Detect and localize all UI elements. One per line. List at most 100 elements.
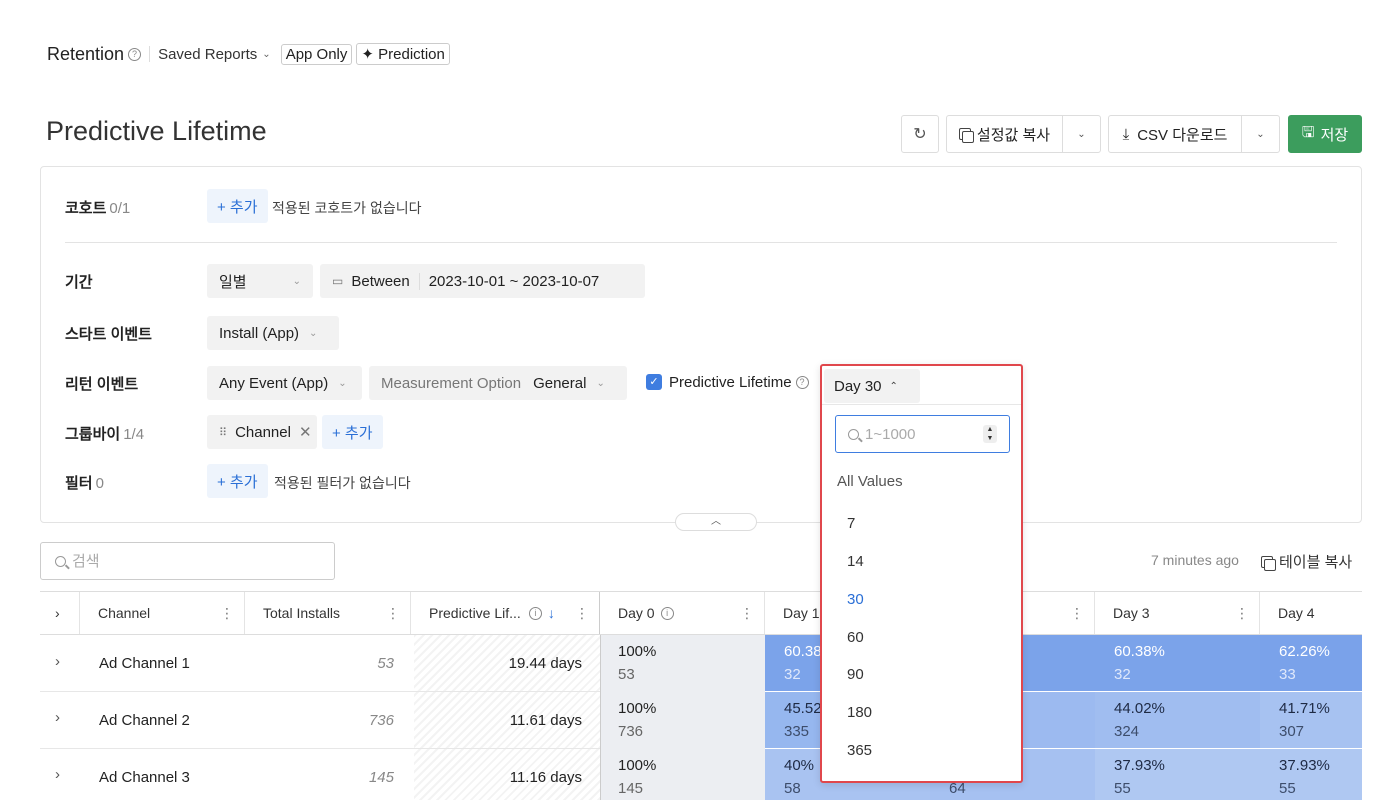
cohort-label: 코호트 0/1 (65, 200, 131, 217)
sort-desc-icon[interactable]: ↓ (548, 605, 555, 621)
refresh-button[interactable]: ↻ (901, 115, 939, 153)
groupby-chip-label: Channel (235, 423, 291, 441)
measurement-option-label: Measurement Option (381, 374, 522, 392)
page-title: Predictive Lifetime (46, 116, 267, 146)
column-header-channel[interactable]: Channel ⋮ (80, 592, 245, 634)
chevron-down-icon: ⌄ (338, 377, 347, 389)
help-icon[interactable]: ? (795, 376, 809, 389)
start-event-value: Install (App) (219, 324, 300, 342)
chevron-down-icon[interactable]: ⌄ (262, 49, 270, 60)
add-filter-button[interactable]: + 추가 (207, 464, 268, 498)
save-label: 저장 (1320, 126, 1349, 144)
column-menu-icon[interactable]: ⋮ (575, 605, 589, 622)
search-field[interactable] (40, 542, 335, 580)
save-button[interactable]: 🖫 저장 (1288, 115, 1362, 153)
search-icon (55, 555, 66, 567)
table-header: › Channel ⋮ Total Installs ⋮ Predictive Li… (40, 591, 1362, 635)
table-cell-pct: 100% (618, 643, 657, 660)
groupby-label: 그룹바이 1/4 (65, 426, 145, 443)
day-option-7[interactable]: 7 (847, 515, 855, 532)
saved-reports-menu[interactable]: Saved Reports (158, 46, 257, 63)
report-topbar: Retention ? Saved Reports ⌄ App Only ✦ P… (47, 42, 450, 66)
table-cell-channel: Ad Channel 2 (99, 712, 190, 729)
day-option-14[interactable]: 14 (847, 553, 864, 570)
column-header-day4[interactable]: Day 4 (1260, 592, 1362, 634)
groupby-chip-channel[interactable]: ⠿ Channel ✕ (207, 415, 317, 449)
chevron-down-icon: ⌄ (309, 327, 318, 339)
cohort-count: 0/1 (109, 200, 131, 217)
row-divider (40, 691, 600, 692)
start-event-label: 스타트 이벤트 (65, 326, 152, 343)
table-cell-installs: 53 (377, 655, 394, 672)
table-cell-channel: Ad Channel 3 (99, 769, 190, 786)
table-cell-lifetime: 11.16 days (509, 769, 582, 786)
search-input[interactable] (72, 552, 302, 570)
prediction-tag: ✦ Prediction (356, 43, 450, 65)
day-option-60[interactable]: 60 (847, 629, 864, 646)
predictive-lifetime-checkbox[interactable]: ✓ (646, 374, 662, 390)
row-expand-chevron-icon[interactable]: › (55, 653, 60, 670)
table-cell-count: 33 (1279, 666, 1296, 683)
table-cell-count: 32 (1114, 666, 1131, 683)
measurement-option-select[interactable]: Measurement Option General ⌄ (369, 366, 627, 400)
row-expand-chevron-icon[interactable]: › (55, 766, 60, 783)
day-number-input[interactable] (865, 425, 975, 443)
copy-settings-button[interactable]: 설정값 복사 ⌄ (946, 115, 1101, 153)
table-cell-pct: 60.38% (1114, 643, 1165, 660)
chevron-down-icon[interactable]: ⌄ (1063, 129, 1100, 140)
table-cell-installs: 145 (368, 769, 394, 786)
add-groupby-button[interactable]: + 추가 (322, 415, 383, 449)
return-event-select[interactable]: Any Event (App) ⌄ (207, 366, 362, 400)
csv-download-button[interactable]: ⤓ CSV 다운로드 ⌄ (1108, 115, 1280, 153)
info-icon[interactable]: i (528, 606, 542, 620)
table-cell-pct: 44.02% (1114, 700, 1165, 717)
table-cell-count: 145 (618, 780, 644, 797)
refresh-icon: ↻ (913, 126, 927, 143)
number-stepper-icon[interactable]: ▲ ▼ (983, 425, 997, 443)
predictive-lifetime-label: Predictive Lifetime? (669, 374, 809, 391)
day-option-180[interactable]: 180 (847, 704, 872, 721)
table-cell-count: 307 (1279, 723, 1305, 740)
row-divider (40, 748, 600, 749)
column-menu-icon[interactable]: ⋮ (1070, 605, 1084, 622)
collapse-panel-button[interactable]: ︿ (675, 513, 757, 531)
measurement-option-value: General (533, 374, 587, 392)
copy-icon (958, 128, 974, 143)
day-option-365[interactable]: 365 (847, 742, 872, 759)
table-cell-pct: 41.71% (1279, 700, 1330, 717)
day-number-field[interactable]: ▲▼ (835, 415, 1010, 453)
add-cohort-button[interactable]: + 추가 (207, 189, 268, 223)
day-option-30[interactable]: 30 (847, 591, 864, 608)
table-cell-lifetime: 11.61 days (509, 712, 582, 729)
app-only-tag: App Only (280, 43, 353, 65)
column-menu-icon[interactable]: ⋮ (386, 605, 400, 622)
last-updated-text: 7 minutes ago (1151, 552, 1239, 568)
help-icon[interactable]: ? (128, 47, 142, 61)
column-header-day3[interactable]: Day 3 ⋮ (1095, 592, 1260, 634)
copy-icon (1261, 555, 1276, 571)
row-expand-chevron-icon[interactable]: › (55, 709, 60, 726)
column-header-predictive-lifetime[interactable]: Predictive Lif... i ↓ ⋮ (411, 592, 600, 634)
date-range-picker[interactable]: ▭ Between 2023-10-01 ~ 2023-10-07 (320, 264, 645, 298)
info-icon[interactable]: i (660, 606, 674, 620)
chevron-down-icon[interactable]: ⌄ (1242, 129, 1279, 140)
expand-all-toggle[interactable]: › (40, 592, 80, 634)
column-menu-icon[interactable]: ⋮ (1235, 605, 1249, 622)
column-menu-icon[interactable]: ⋮ (740, 605, 754, 622)
return-event-value: Any Event (App) (219, 374, 329, 392)
search-icon (848, 428, 859, 440)
day-select-trigger[interactable]: Day 30 ⌃ (824, 369, 920, 403)
start-event-select[interactable]: Install (App) ⌄ (207, 316, 339, 350)
drag-handle-icon[interactable]: ⠿ (219, 426, 227, 439)
day-option-90[interactable]: 90 (847, 666, 864, 683)
filter-empty-hint: 적용된 필터가 없습니다 (274, 475, 411, 491)
column-menu-icon[interactable]: ⋮ (220, 605, 234, 622)
column-header-total-installs[interactable]: Total Installs ⋮ (245, 592, 411, 634)
copy-table-button[interactable]: 테이블 복사 (1261, 551, 1352, 572)
day-select-value: Day 30 (834, 377, 882, 395)
table-cell-count: 736 (618, 723, 644, 740)
column-header-day0[interactable]: Day 0 i ⋮ (600, 592, 765, 634)
divider (65, 242, 1337, 243)
period-unit-select[interactable]: 일별 ⌄ (207, 264, 313, 298)
close-icon[interactable]: ✕ (299, 423, 312, 441)
